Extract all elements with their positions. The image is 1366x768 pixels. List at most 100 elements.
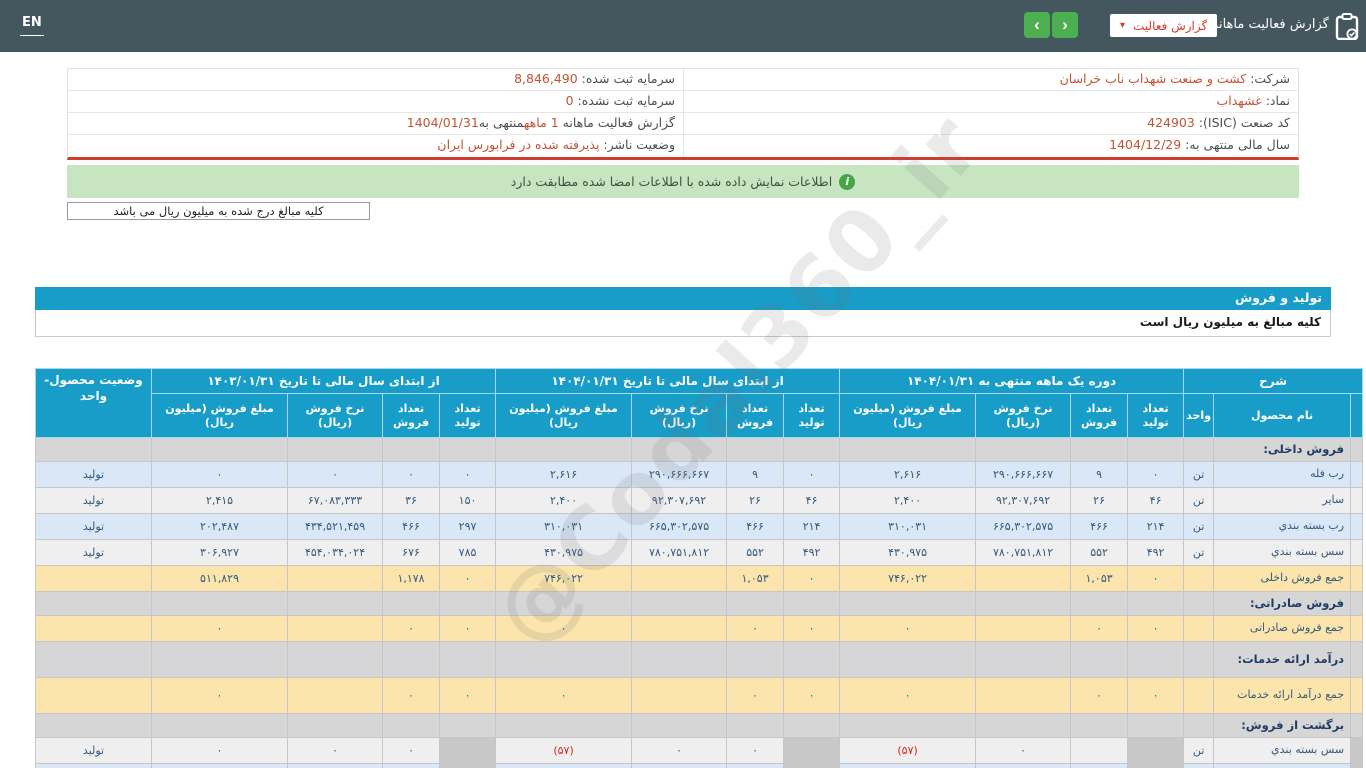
desc-cell bbox=[1350, 565, 1364, 592]
table-row: جمع درآمد ارائه خدمات ۰ ۰ ۰ ۰ ۰ ۰ ۰ ۰ ۰ bbox=[35, 677, 1364, 714]
unit-cell: تن bbox=[1183, 513, 1215, 540]
empty-cell bbox=[783, 641, 841, 678]
empty-cell bbox=[1070, 713, 1129, 738]
status-cell bbox=[35, 677, 152, 714]
desc-cell bbox=[1350, 737, 1364, 764]
field-label: سال مالی منتهی به: bbox=[1185, 137, 1290, 152]
empty-cell bbox=[839, 437, 977, 462]
page: EN ‹ › گزارش فعالیت ▾ گزارش فعالیت ماهان… bbox=[0, 0, 1366, 768]
g1-rate-cell bbox=[975, 565, 1072, 592]
g3-sold-cell: ۰ bbox=[382, 737, 441, 764]
empty-cell bbox=[495, 437, 633, 462]
desc-cell bbox=[1350, 437, 1364, 462]
empty-cell bbox=[495, 591, 633, 616]
header-qty-sold-g3: تعداد فروش bbox=[382, 393, 441, 438]
g1-amount-cell: ۷۴۶,۰۲۲ bbox=[839, 565, 977, 592]
report-type-dropdown[interactable]: گزارش فعالیت ▾ bbox=[1110, 14, 1218, 37]
empty-cell bbox=[975, 591, 1072, 616]
g1-produced-cell: ۰ bbox=[1127, 461, 1185, 488]
group-header-row: درآمد ارائه خدمات: bbox=[35, 641, 1364, 678]
g3-rate-cell bbox=[287, 763, 384, 768]
empty-cell bbox=[783, 713, 841, 738]
g1-produced-cell: ۰ bbox=[1127, 615, 1185, 642]
desc-cell bbox=[1350, 539, 1364, 566]
g2-produced-cell: ۰ bbox=[783, 461, 841, 488]
language-switch-en[interactable]: EN bbox=[20, 15, 44, 36]
g3-amount-cell bbox=[150, 763, 289, 768]
g1-amount-cell: ۰ bbox=[839, 677, 977, 714]
g3-amount-cell: ۰ bbox=[150, 461, 289, 488]
product-name-cell: سس بسته بندي bbox=[1213, 539, 1352, 566]
g3-amount-cell: ۰ bbox=[150, 677, 289, 714]
g2-rate-cell: ۰ bbox=[631, 737, 728, 764]
g3-amount-cell: ۰ bbox=[150, 615, 289, 642]
g2-amount-cell: ۷۴۶,۰۲۲ bbox=[495, 565, 633, 592]
g3-sold-cell: ۳۶ bbox=[382, 487, 441, 514]
empty-cell bbox=[439, 591, 497, 616]
g2-rate-cell bbox=[631, 565, 728, 592]
g3-amount-cell: ۳۰۶,۹۲۷ bbox=[150, 539, 289, 566]
product-name-cell: جمع فروش داخلی bbox=[1213, 565, 1352, 592]
g1-produced-cell: ۰ bbox=[1127, 677, 1185, 714]
table-row: جمع فروش صادراتی ۰ ۰ ۰ ۰ ۰ ۰ ۰ ۰ ۰ bbox=[35, 615, 1364, 642]
g2-amount-cell: ۰ bbox=[495, 677, 633, 714]
empty-cell bbox=[287, 437, 384, 462]
g3-sold-cell bbox=[382, 763, 441, 768]
g2-produced-cell: ۰ bbox=[783, 615, 841, 642]
status-cell: تولید bbox=[35, 513, 152, 540]
g1-produced-cell: ۲۱۴ bbox=[1127, 513, 1185, 540]
g3-produced-cell: ۰ bbox=[439, 461, 497, 488]
empty-cell bbox=[726, 591, 785, 616]
empty-cell bbox=[382, 437, 441, 462]
table-row: جمع فروش داخلی ۰ ۱,۰۵۳ ۷۴۶,۰۲۲ ۰ ۱,۰۵۳ ۷۴۶,۰۲۲… bbox=[35, 565, 1364, 592]
g2-produced-cell: ۰ bbox=[783, 565, 841, 592]
g2-produced-cell: ۴۹۲ bbox=[783, 539, 841, 566]
info-row: نماد: غشهداب سرمایه ثبت نشده: 0 bbox=[68, 91, 1298, 113]
empty-cell bbox=[1070, 437, 1129, 462]
empty-cell bbox=[150, 437, 289, 462]
header-product-name: نام محصول bbox=[1213, 393, 1352, 438]
g2-rate-cell: ۶۶۵,۳۰۲,۵۷۵ bbox=[631, 513, 728, 540]
unit-cell bbox=[1183, 615, 1215, 642]
header-sale-amount-g2: مبلغ فروش (میلیون ریال) bbox=[495, 393, 633, 438]
g2-sold-cell: ۴۶۶ bbox=[726, 513, 785, 540]
header-period-3: از ابتدای سال مالی تا تاریخ ۱۴۰۳/۰۱/۳۱ bbox=[150, 368, 497, 394]
g1-amount-cell: ۰ bbox=[839, 615, 977, 642]
header-sale-rate-g2: نرخ فروش (ریال) bbox=[631, 393, 728, 438]
g3-rate-cell bbox=[287, 615, 384, 642]
chevron-left-icon: ‹ bbox=[1034, 15, 1040, 34]
empty-cell bbox=[631, 591, 728, 616]
unit-cell bbox=[1183, 591, 1215, 616]
production-sales-table: شرح دوره یک ماهه منتهی به ۱۴۰۴/۰۱/۳۱ از اب… bbox=[35, 368, 1364, 768]
info-row: کد صنعت (ISIC): 424903 گزارش فعالیت ماها… bbox=[68, 113, 1298, 135]
g1-rate-cell: ۶۶۵,۳۰۲,۵۷۵ bbox=[975, 513, 1072, 540]
fiscal-year-field: سال مالی منتهی به: 1404/12/29 bbox=[683, 135, 1298, 157]
empty-cell bbox=[495, 713, 633, 738]
g2-rate-cell: ۷۸۰,۷۵۱,۸۱۲ bbox=[631, 539, 728, 566]
g2-sold-cell: ۹ bbox=[726, 461, 785, 488]
prev-report-button[interactable]: ‹ bbox=[1024, 12, 1050, 38]
g2-amount-cell: ۰ bbox=[495, 615, 633, 642]
isic-field: کد صنعت (ISIC): 424903 bbox=[683, 113, 1298, 134]
g1-amount-cell: ۳۱۰,۰۳۱ bbox=[839, 513, 977, 540]
status-cell bbox=[35, 437, 152, 462]
field-value: غشهداب bbox=[1216, 93, 1262, 108]
status-cell bbox=[35, 763, 152, 768]
status-cell bbox=[35, 615, 152, 642]
field-value: 8,846,490 bbox=[514, 71, 578, 86]
field-value: 0 bbox=[565, 93, 574, 108]
section-title-bar: تولید و فروش bbox=[35, 287, 1331, 310]
next-report-button[interactable]: › bbox=[1052, 12, 1078, 38]
empty-cell bbox=[287, 641, 384, 678]
field-label: گزارش فعالیت ماهانه bbox=[558, 115, 675, 130]
empty-cell bbox=[631, 641, 728, 678]
header-unit: واحد bbox=[1183, 393, 1215, 438]
g1-rate-cell bbox=[975, 763, 1072, 768]
clipboard-check-icon[interactable] bbox=[1335, 13, 1359, 40]
status-cell: تولید bbox=[35, 539, 152, 566]
status-cell bbox=[35, 641, 152, 678]
field-label: منتهی به bbox=[478, 115, 524, 130]
g2-amount-cell: ۴۳۰,۹۷۵ bbox=[495, 539, 633, 566]
product-name-cell: جمع فروش صادراتی bbox=[1213, 615, 1352, 642]
group-header-row: فروش صادراتی: bbox=[35, 591, 1364, 616]
